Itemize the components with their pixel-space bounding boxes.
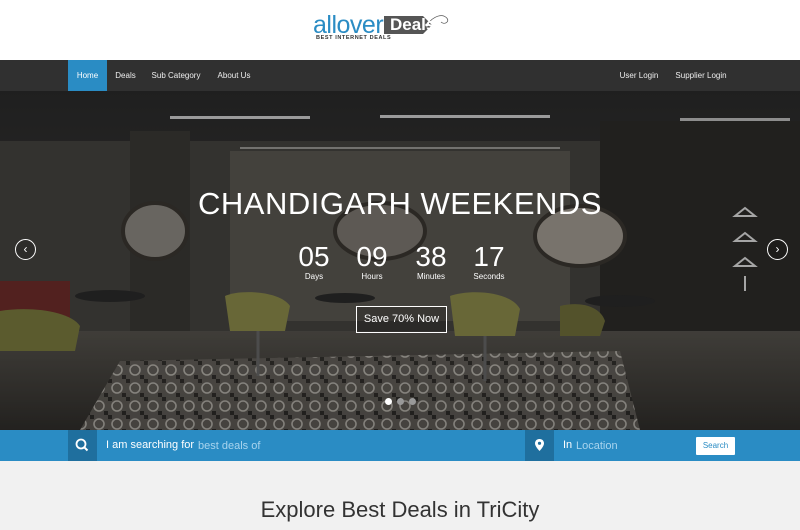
countdown-seconds: 17 Seconds — [459, 241, 519, 282]
slider-dot-3[interactable] — [409, 398, 416, 405]
nav-item-deals[interactable]: Deals — [109, 60, 142, 91]
countdown-days-value: 05 — [298, 241, 330, 272]
slider-prev-button[interactable]: ‹ — [15, 239, 36, 260]
search-bar: I am searching for In Search — [0, 430, 800, 461]
chevron-right-icon: › — [775, 242, 780, 256]
countdown-days-label: Days — [304, 272, 324, 281]
countdown-minutes-value: 38 — [415, 241, 447, 272]
explore-title: Explore Best Deals in TriCity — [260, 497, 540, 522]
countdown-hours: 09 Hours — [342, 241, 402, 282]
countdown-hours-value: 09 — [356, 241, 388, 272]
countdown-days: 05 Days — [284, 241, 344, 282]
nav-item-about-us[interactable]: About Us — [210, 60, 258, 91]
search-label: I am searching for — [106, 439, 195, 451]
chevron-left-icon: ‹ — [23, 242, 28, 256]
hero-title: CHANDIGARH WEEKENDS — [198, 186, 602, 221]
location-icon-box — [525, 430, 554, 461]
search-input[interactable] — [198, 436, 508, 455]
countdown-minutes: 38 Minutes — [401, 241, 461, 282]
main-navigation: Home Deals Sub Category About Us User Lo… — [0, 60, 800, 91]
search-icon-box — [68, 430, 97, 461]
slider-dot-1[interactable] — [385, 398, 392, 405]
search-icon — [75, 438, 89, 452]
logo-tag-label: Deals — [390, 15, 436, 34]
countdown-seconds-label: Seconds — [473, 272, 505, 281]
map-marker-icon — [535, 439, 544, 451]
site-logo[interactable]: allover BEST INTERNET DEALS Deals — [313, 6, 473, 44]
search-button[interactable]: Search — [696, 437, 735, 455]
header: allover BEST INTERNET DEALS Deals — [0, 0, 800, 60]
countdown-hours-label: Hours — [361, 272, 383, 281]
explore-section: Explore Best Deals in TriCity — [0, 461, 800, 530]
nav-item-supplier-login[interactable]: Supplier Login — [669, 60, 733, 91]
nav-item-home[interactable]: Home — [68, 60, 107, 91]
location-input[interactable] — [576, 436, 686, 455]
logo-tagline: BEST INTERNET DEALS — [316, 35, 392, 41]
slider-next-button[interactable]: › — [767, 239, 788, 260]
save-now-button[interactable]: Save 70% Now — [356, 306, 447, 333]
slider-dot-2[interactable] — [397, 398, 404, 405]
nav-item-user-login[interactable]: User Login — [614, 60, 664, 91]
countdown-seconds-value: 17 — [473, 241, 505, 272]
location-label: In — [563, 439, 573, 451]
countdown-minutes-label: Minutes — [416, 272, 445, 281]
nav-item-sub-category[interactable]: Sub Category — [145, 60, 207, 91]
hero-slider: CHANDIGARH WEEKENDS 05 Days 09 Hours 38 … — [0, 91, 800, 430]
